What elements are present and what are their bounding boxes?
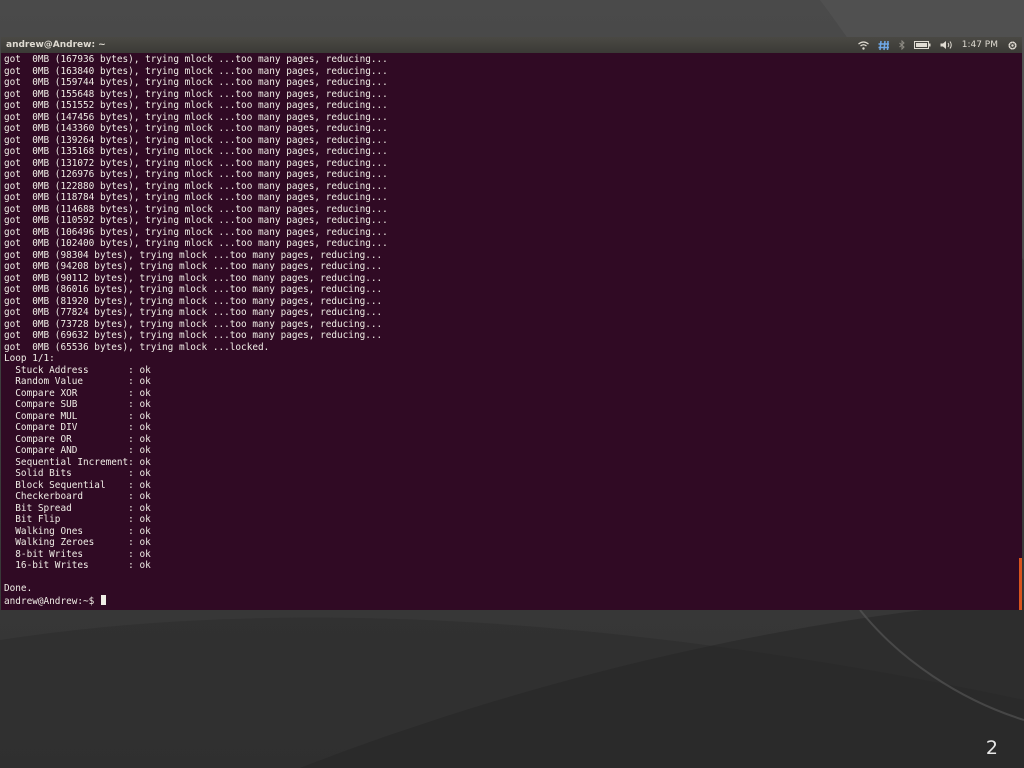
terminal-line: Stuck Address : ok [4, 364, 151, 376]
window-title: andrew@Andrew: ~ [6, 40, 106, 50]
terminal-line: got 0MB (135168 bytes), trying mlock ...… [4, 146, 388, 157]
terminal-line: got 0MB (159744 bytes), trying mlock ...… [4, 77, 388, 88]
terminal-output[interactable]: got 0MB (167936 bytes), trying mlock ...… [4, 54, 1018, 608]
desktop-screenshot: andrew@Andrew: ~ 1:47 PM got 0MB (167936… [1, 37, 1022, 610]
slide-page-number: 2 [985, 737, 998, 759]
terminal-line: got 0MB (65536 bytes), trying mlock ...l… [4, 341, 270, 353]
terminal-line: got 0MB (122880 bytes), trying mlock ...… [4, 180, 388, 192]
shell-prompt: andrew@Andrew:~$ [4, 595, 100, 607]
terminal-line: Checkerboard : ok [4, 491, 151, 502]
terminal-line: got 0MB (94208 bytes), trying mlock ...t… [4, 261, 383, 272]
prompt-line: andrew@Andrew:~$ [4, 594, 1018, 607]
wifi-icon[interactable] [857, 37, 869, 53]
terminal-line: Walking Ones : ok [4, 525, 151, 537]
terminal-line: 16-bit Writes : ok [4, 560, 151, 571]
volume-icon[interactable] [940, 37, 953, 53]
terminal-line: got 0MB (77824 bytes), trying mlock ...t… [4, 307, 383, 318]
terminal-line: got 0MB (163840 bytes), trying mlock ...… [4, 65, 388, 77]
terminal-line: Walking Zeroes : ok [4, 537, 151, 548]
terminal-line: got 0MB (86016 bytes), trying mlock ...t… [4, 284, 383, 295]
terminal-line: got 0MB (167936 bytes), trying mlock ...… [4, 54, 388, 65]
terminal-line: Bit Spread : ok [4, 502, 151, 514]
keyboard-layout-icon[interactable] [878, 37, 890, 53]
terminal-line: Block Sequential : ok [4, 479, 151, 491]
terminal-line: got 0MB (69632 bytes), trying mlock ...t… [4, 330, 383, 341]
terminal-line: got 0MB (106496 bytes), trying mlock ...… [4, 226, 388, 238]
terminal-line: Compare DIV : ok [4, 422, 151, 433]
terminal-line: Compare XOR : ok [4, 387, 151, 399]
terminal-line: got 0MB (139264 bytes), trying mlock ...… [4, 134, 388, 146]
terminal-line: got 0MB (102400 bytes), trying mlock ...… [4, 238, 388, 249]
terminal-line: got 0MB (147456 bytes), trying mlock ...… [4, 111, 388, 123]
terminal-line: got 0MB (110592 bytes), trying mlock ...… [4, 215, 388, 226]
terminal-line: Bit Flip : ok [4, 514, 151, 525]
text-cursor [100, 594, 106, 605]
terminal-line: got 0MB (118784 bytes), trying mlock ...… [4, 192, 388, 203]
terminal-line: Compare MUL : ok [4, 410, 151, 422]
terminal-line: Loop 1/1: [4, 353, 55, 364]
clock-text: 1:47 PM [961, 40, 998, 50]
terminal-line: got 0MB (155648 bytes), trying mlock ...… [4, 88, 388, 100]
terminal-line: Random Value : ok [4, 376, 151, 387]
terminal-line: got 0MB (143360 bytes), trying mlock ...… [4, 123, 388, 134]
terminal-line: Compare OR : ok [4, 433, 151, 445]
bluetooth-icon[interactable] [898, 37, 905, 53]
terminal-line: got 0MB (90112 bytes), trying mlock ...t… [4, 272, 383, 284]
terminal-line: got 0MB (98304 bytes), trying mlock ...t… [4, 249, 383, 261]
terminal-line: got 0MB (151552 bytes), trying mlock ...… [4, 100, 388, 111]
clock-indicator[interactable]: 1:47 PM [962, 37, 998, 53]
terminal-line: 8-bit Writes : ok [4, 548, 151, 560]
terminal-line: Compare AND : ok [4, 445, 151, 456]
terminal-scrollbar[interactable] [1019, 558, 1022, 610]
terminal-line: got 0MB (131072 bytes), trying mlock ...… [4, 157, 388, 169]
terminal-line: got 0MB (73728 bytes), trying mlock ...t… [4, 318, 383, 330]
gear-icon[interactable] [1007, 37, 1018, 53]
terminal-line: Done. [4, 583, 33, 594]
presentation-slide: andrew@Andrew: ~ 1:47 PM got 0MB (167936… [0, 0, 1024, 768]
terminal-line: got 0MB (81920 bytes), trying mlock ...t… [4, 295, 383, 307]
indicator-area: 1:47 PM [857, 37, 1018, 53]
terminal-line: Compare SUB : ok [4, 399, 151, 410]
terminal-line: Sequential Increment: ok [4, 456, 151, 468]
terminal-line: got 0MB (126976 bytes), trying mlock ...… [4, 169, 388, 180]
terminal-line: got 0MB (114688 bytes), trying mlock ...… [4, 203, 388, 215]
battery-icon[interactable] [913, 37, 931, 53]
top-panel: andrew@Andrew: ~ 1:47 PM [1, 37, 1022, 53]
terminal-line: Solid Bits : ok [4, 468, 151, 479]
